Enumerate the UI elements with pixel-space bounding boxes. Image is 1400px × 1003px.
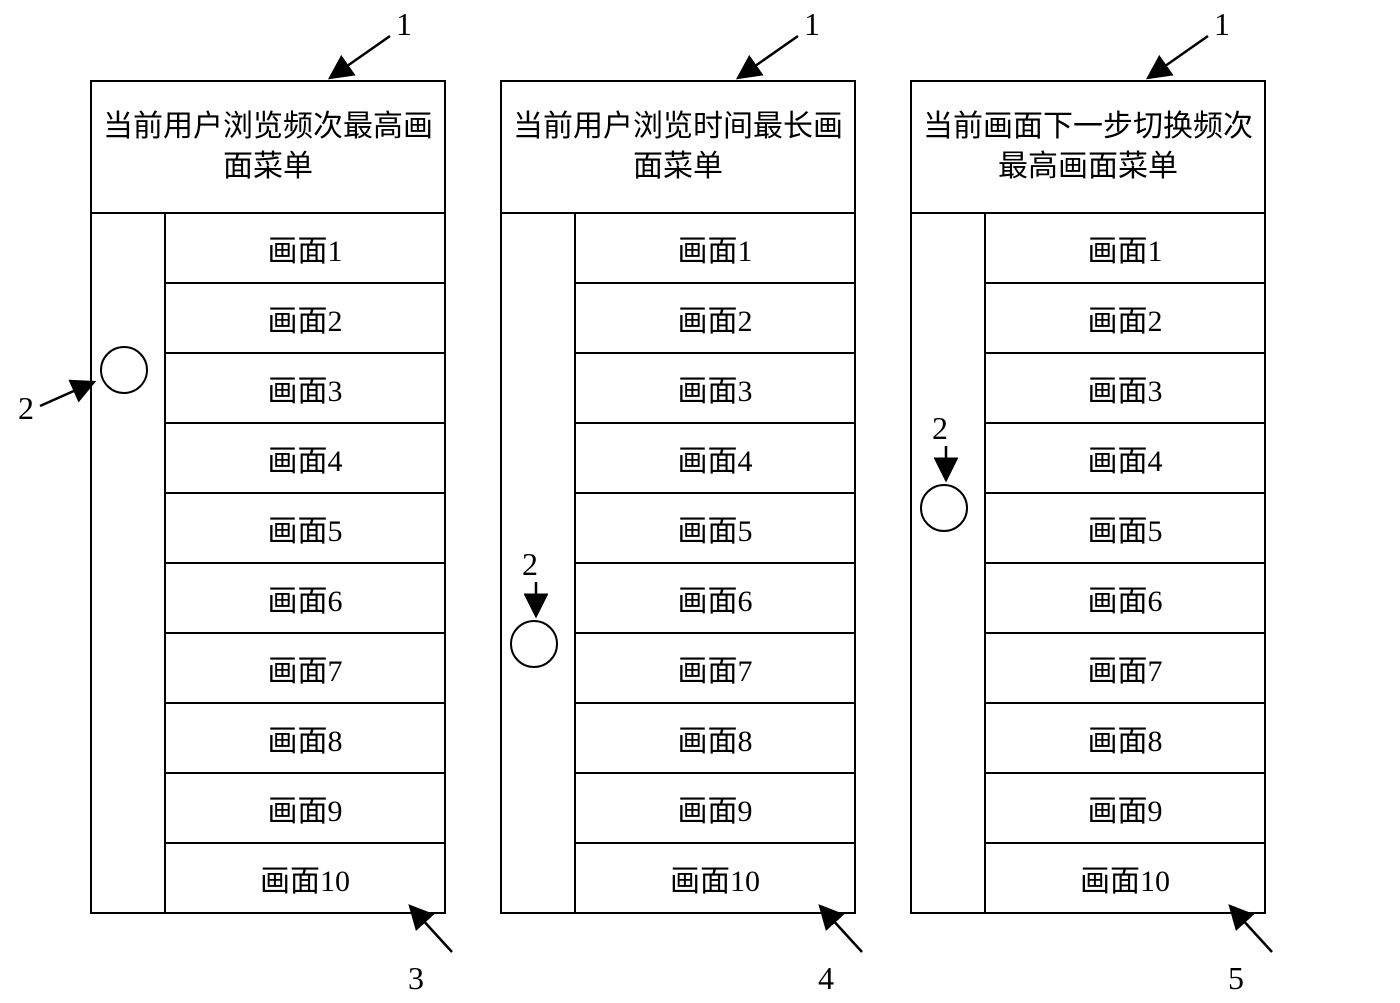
menu-c-items: 画面1 画面2 画面3 画面4 画面5 画面6 画面7 画面8 画面9 画面10 <box>984 214 1264 912</box>
list-item[interactable]: 画面6 <box>986 564 1264 634</box>
list-item[interactable]: 画面4 <box>166 424 444 494</box>
list-item[interactable]: 画面10 <box>986 844 1264 912</box>
label-2b: 2 <box>522 546 538 583</box>
label-2a: 2 <box>18 390 34 427</box>
list-item[interactable]: 画面9 <box>166 774 444 844</box>
menu-a-title: 当前用户浏览频次最高画面菜单 <box>92 82 444 214</box>
menu-b-title: 当前用户浏览时间最长画面菜单 <box>502 82 854 214</box>
list-item[interactable]: 画面10 <box>166 844 444 912</box>
list-item[interactable]: 画面7 <box>576 634 854 704</box>
marker-circle-a <box>100 346 148 394</box>
list-item[interactable]: 画面1 <box>986 214 1264 284</box>
arrow-1b <box>718 28 808 88</box>
label-3: 3 <box>408 960 424 997</box>
label-5: 5 <box>1228 960 1244 997</box>
marker-circle-b <box>510 620 558 668</box>
list-item[interactable]: 画面8 <box>986 704 1264 774</box>
list-item[interactable]: 画面8 <box>166 704 444 774</box>
arrow-1c <box>1128 28 1218 88</box>
list-item[interactable]: 画面5 <box>986 494 1264 564</box>
label-1a: 1 <box>396 6 412 43</box>
menu-b-spacer <box>502 214 574 912</box>
menu-a: 当前用户浏览频次最高画面菜单 画面1 画面2 画面3 画面4 画面5 画面6 画… <box>90 80 446 914</box>
list-item[interactable]: 画面5 <box>576 494 854 564</box>
list-item[interactable]: 画面2 <box>576 284 854 354</box>
list-item[interactable]: 画面3 <box>576 354 854 424</box>
list-item[interactable]: 画面4 <box>576 424 854 494</box>
list-item[interactable]: 画面9 <box>576 774 854 844</box>
label-1b: 1 <box>804 6 820 43</box>
label-2c: 2 <box>932 410 948 447</box>
menu-c-spacer <box>912 214 984 912</box>
list-item[interactable]: 画面7 <box>986 634 1264 704</box>
menu-a-items: 画面1 画面2 画面3 画面4 画面5 画面6 画面7 画面8 画面9 画面10 <box>164 214 444 912</box>
menu-c-title: 当前画面下一步切换频次最高画面菜单 <box>912 82 1264 214</box>
list-item[interactable]: 画面5 <box>166 494 444 564</box>
list-item[interactable]: 画面9 <box>986 774 1264 844</box>
list-item[interactable]: 画面6 <box>576 564 854 634</box>
list-item[interactable]: 画面10 <box>576 844 854 912</box>
label-1c: 1 <box>1214 6 1230 43</box>
list-item[interactable]: 画面4 <box>986 424 1264 494</box>
diagram-root: 1 1 1 当前用户浏览频次最高画面菜单 画面1 画面2 画面3 画面4 画面5… <box>0 0 1400 1003</box>
list-item[interactable]: 画面1 <box>166 214 444 284</box>
list-item[interactable]: 画面2 <box>166 284 444 354</box>
menu-a-spacer <box>92 214 164 912</box>
list-item[interactable]: 画面1 <box>576 214 854 284</box>
marker-circle-c <box>920 484 968 532</box>
list-item[interactable]: 画面2 <box>986 284 1264 354</box>
arrow-1a <box>310 28 400 88</box>
label-4: 4 <box>818 960 834 997</box>
list-item[interactable]: 画面8 <box>576 704 854 774</box>
list-item[interactable]: 画面3 <box>986 354 1264 424</box>
menu-b-items: 画面1 画面2 画面3 画面4 画面5 画面6 画面7 画面8 画面9 画面10 <box>574 214 854 912</box>
list-item[interactable]: 画面7 <box>166 634 444 704</box>
list-item[interactable]: 画面6 <box>166 564 444 634</box>
menu-b: 当前用户浏览时间最长画面菜单 画面1 画面2 画面3 画面4 画面5 画面6 画… <box>500 80 856 914</box>
menus-row: 当前用户浏览频次最高画面菜单 画面1 画面2 画面3 画面4 画面5 画面6 画… <box>90 80 1266 914</box>
list-item[interactable]: 画面3 <box>166 354 444 424</box>
